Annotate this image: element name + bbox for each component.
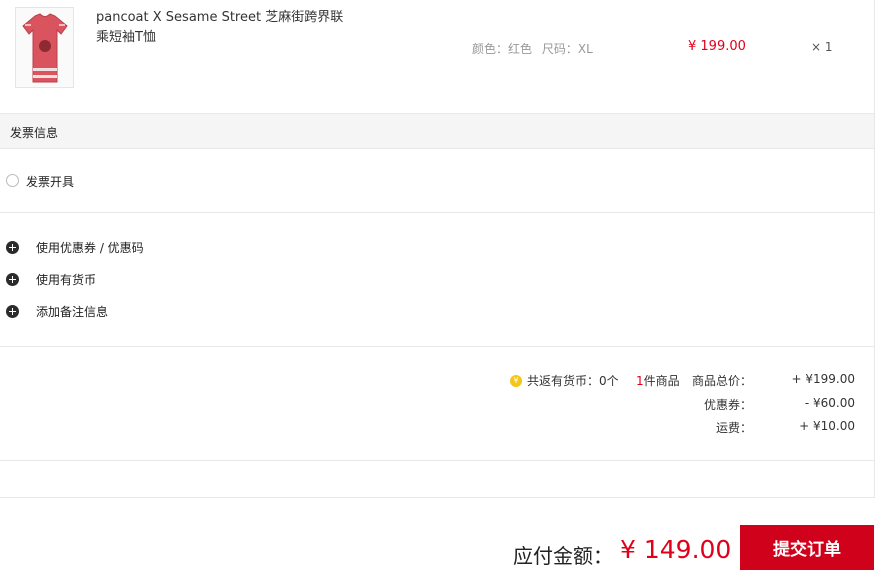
product-thumbnail[interactable]	[15, 7, 74, 88]
invoice-title: 发票信息	[10, 126, 59, 140]
coin-icon: ¥	[510, 374, 522, 387]
product-attributes: 颜色：红色 尺码：XL	[472, 40, 593, 57]
product-size: 尺码：XL	[541, 42, 593, 56]
invoice-section: 发票开具	[0, 149, 874, 213]
invoice-section-header: 发票信息	[0, 114, 874, 149]
coin-return: ¥ 共返有货币：0个	[510, 372, 619, 389]
shipping-value: + ¥10.00	[799, 419, 855, 433]
yoho-coin-toggle[interactable]: 使用有货币	[6, 271, 96, 287]
coupon-label: 使用优惠券 / 优惠码	[36, 240, 144, 255]
coin-return-label: 共返有货币：0个	[527, 374, 619, 388]
coupon-discount-label: 优惠券：	[703, 398, 752, 412]
tshirt-icon	[21, 12, 68, 82]
order-summary: ¥ 共返有货币：0个 1件商品 商品总价： + ¥199.00 优惠券： - ¥…	[0, 347, 874, 461]
remark-label: 添加备注信息	[36, 304, 109, 319]
item-count-number: 1	[636, 374, 644, 388]
subtotal-value: + ¥199.00	[791, 372, 856, 386]
plus-circle-icon	[6, 240, 19, 254]
subtotal-label: 商品总价：	[691, 374, 752, 388]
invoice-radio[interactable]	[6, 174, 19, 187]
extras-section: 使用优惠券 / 优惠码 使用有货币 添加备注信息	[0, 213, 874, 347]
shipping-label: 运费：	[715, 421, 752, 435]
coupon-discount-value: - ¥60.00	[804, 396, 855, 410]
product-row: pancoat X Sesame Street 芝麻街跨界联乘短袖T恤 颜色：红…	[0, 0, 874, 114]
product-price: ¥ 199.00	[688, 39, 746, 54]
order-panel: pancoat X Sesame Street 芝麻街跨界联乘短袖T恤 颜色：红…	[0, 0, 875, 498]
payable-label: 应付金额：	[513, 544, 613, 568]
payable-amount: ¥ 149.00	[620, 535, 732, 564]
product-quantity: × 1	[811, 40, 833, 54]
coupon-toggle[interactable]: 使用优惠券 / 优惠码	[6, 239, 144, 255]
plus-circle-icon	[6, 272, 19, 286]
product-color: 颜色：红色	[472, 42, 533, 56]
remark-toggle[interactable]: 添加备注信息	[6, 303, 108, 319]
product-name[interactable]: pancoat X Sesame Street 芝麻街跨界联乘短袖T恤	[96, 8, 356, 48]
yoho-coin-label: 使用有货币	[36, 272, 97, 287]
plus-circle-icon	[6, 304, 19, 318]
invoice-radio-label[interactable]: 发票开具	[26, 173, 74, 190]
submit-order-button[interactable]: 提交订单	[740, 525, 874, 570]
